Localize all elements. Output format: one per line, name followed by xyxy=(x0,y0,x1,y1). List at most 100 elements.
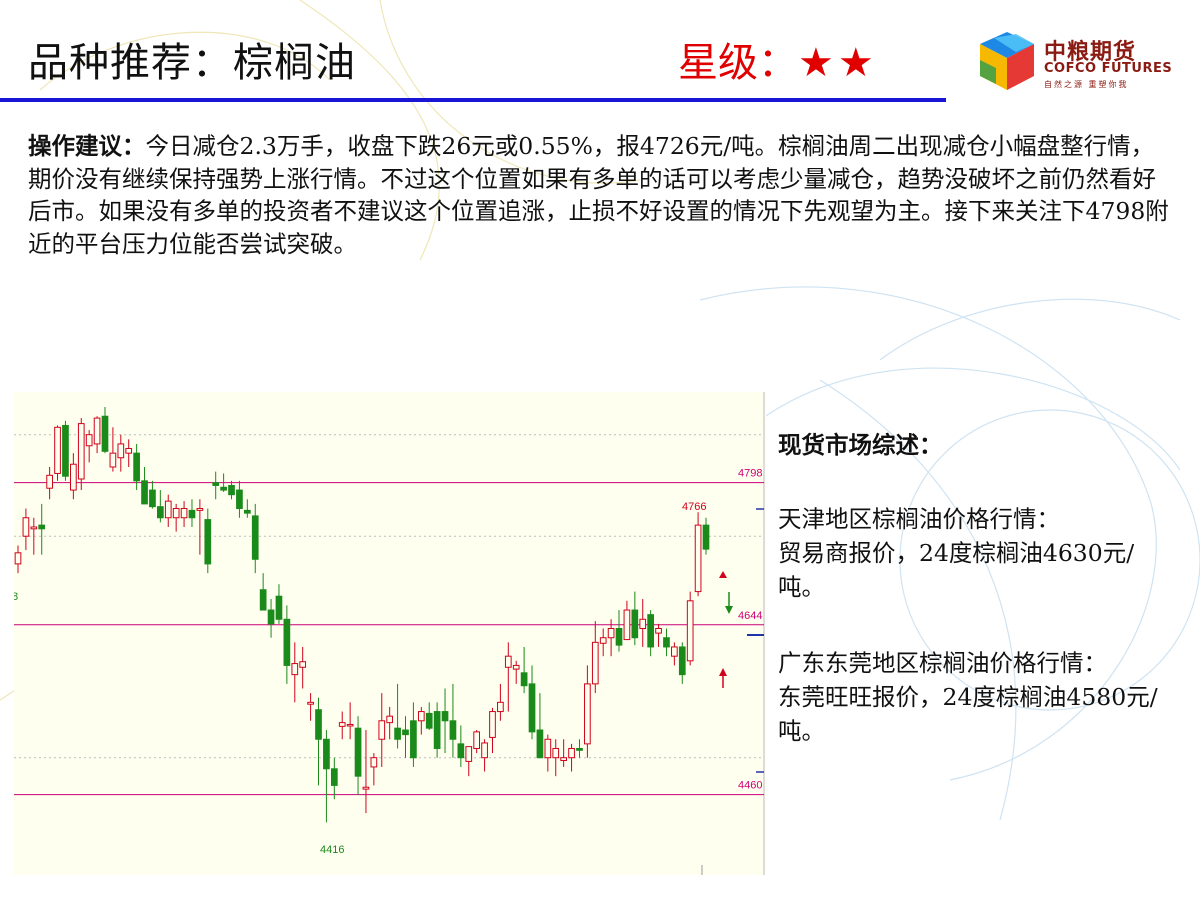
title-underline xyxy=(0,98,946,102)
operation-advice: 操作建议：今日减仓2.3万手，收盘下跌26元或0.55%，报4726元/吨。棕榈… xyxy=(28,130,1173,260)
candle-body xyxy=(93,417,101,445)
candle-body xyxy=(291,663,299,676)
candle-body xyxy=(623,609,631,641)
candle-body xyxy=(275,595,283,620)
candle-body xyxy=(283,618,291,666)
candle-body xyxy=(125,448,133,454)
candle-body xyxy=(394,727,401,740)
candle-body xyxy=(323,738,330,770)
candle-body xyxy=(204,519,212,565)
candle-body xyxy=(188,509,196,519)
candle-body xyxy=(663,637,670,648)
candle-body xyxy=(30,526,38,530)
candle-body xyxy=(164,500,172,519)
candle-body xyxy=(228,484,235,496)
candle-body xyxy=(54,426,61,474)
candle-body xyxy=(568,747,575,759)
candle-body xyxy=(149,489,156,508)
candle-body xyxy=(141,480,148,505)
low-price-label: 4416 xyxy=(320,844,344,856)
candle-body xyxy=(70,463,77,491)
candle-body xyxy=(615,628,623,646)
level-label: 4460 xyxy=(738,780,762,792)
candle-body xyxy=(85,434,93,447)
candle-body xyxy=(552,747,560,759)
candle-body xyxy=(346,723,354,727)
candle-body xyxy=(528,683,536,733)
candle-body xyxy=(425,712,433,729)
candle-body xyxy=(576,747,583,751)
left-edge-label: 8 xyxy=(14,591,18,603)
candle-body xyxy=(686,600,694,662)
candle-body xyxy=(236,489,243,510)
candle xyxy=(77,418,85,491)
candle-body xyxy=(465,746,473,762)
candle-body xyxy=(172,508,180,519)
advice-text: 今日减仓2.3万手，收盘下跌26元或0.55%，报4726元/吨。棕榈油周二出现… xyxy=(28,132,1169,258)
candle-body xyxy=(77,423,85,480)
candle-body xyxy=(544,738,552,759)
candle-body xyxy=(109,452,117,468)
candle-body xyxy=(14,552,22,565)
candle-body xyxy=(512,664,520,670)
candle-body xyxy=(504,655,512,668)
candle-body xyxy=(449,720,457,740)
candle-body xyxy=(62,424,69,477)
candle-body xyxy=(22,517,30,537)
candle-body xyxy=(338,722,346,727)
rating-stars: ★★ xyxy=(798,40,878,86)
candle-body xyxy=(259,589,267,611)
candle-body xyxy=(101,415,109,452)
candle-body xyxy=(299,661,307,668)
candle-body xyxy=(520,672,528,687)
candle-body xyxy=(591,641,599,685)
level-label: 4644 xyxy=(738,610,762,622)
candle-body xyxy=(243,509,251,514)
candle xyxy=(686,591,694,666)
candle-body xyxy=(220,486,227,491)
candle-body xyxy=(655,628,662,634)
candle-body xyxy=(46,474,53,489)
level-label: 4798 xyxy=(738,468,762,480)
candle-body xyxy=(354,727,362,777)
candle-body xyxy=(631,609,639,639)
spot-heading: 现货市场综述： xyxy=(778,431,943,459)
candle-body xyxy=(457,743,465,759)
candle-body xyxy=(38,524,46,530)
candle-body xyxy=(251,515,259,560)
candle-body xyxy=(639,618,647,629)
candle-body xyxy=(212,482,220,486)
cofco-logo: 中粮期货 COFCO FUTURES 自然之源 重塑你我 xyxy=(976,28,1176,94)
candle-body xyxy=(307,701,314,705)
candle-body xyxy=(678,646,686,676)
logo-name-en: COFCO FUTURES xyxy=(1044,61,1173,76)
high-price-label: 4766 xyxy=(682,501,706,513)
logo-tagline: 自然之源 重塑你我 xyxy=(1044,80,1129,89)
candle-body xyxy=(417,711,425,722)
candle-body xyxy=(386,715,394,724)
candle-body xyxy=(671,646,678,657)
candle-body xyxy=(694,524,702,593)
candle-body xyxy=(536,729,544,759)
candle-body xyxy=(180,508,188,519)
price-chart: 4798 4644 4460 4766 4416 8 xyxy=(12,392,766,875)
candle-body xyxy=(497,701,504,713)
rating: 星级：★★ xyxy=(678,30,878,88)
candle-body xyxy=(599,637,607,644)
candle-body xyxy=(156,506,164,519)
spot-market-summary: 现货市场综述： 天津地区棕榈油价格行情： 贸易商报价，24度棕榈油4630元/吨… xyxy=(778,428,1178,748)
candle-body xyxy=(702,524,710,550)
region1-title: 天津地区棕榈油价格行情： xyxy=(778,505,1060,533)
region2-title: 广东东莞地区棕榈油价格行情： xyxy=(778,649,1107,677)
candle-body xyxy=(362,786,370,790)
region2-quote: 东莞旺旺报价，24度棕榈油4580元/吨。 xyxy=(778,683,1158,745)
candle-body xyxy=(315,709,322,740)
page-title: 品种推荐：棕榈油 xyxy=(28,40,356,86)
candle-body xyxy=(441,711,449,722)
candle-body xyxy=(433,711,441,749)
candle-body xyxy=(402,729,409,736)
candlestick-chart: 4798 4644 4460 4766 4416 8 xyxy=(12,392,766,875)
candle-body xyxy=(117,443,125,459)
candle-body xyxy=(560,757,568,761)
